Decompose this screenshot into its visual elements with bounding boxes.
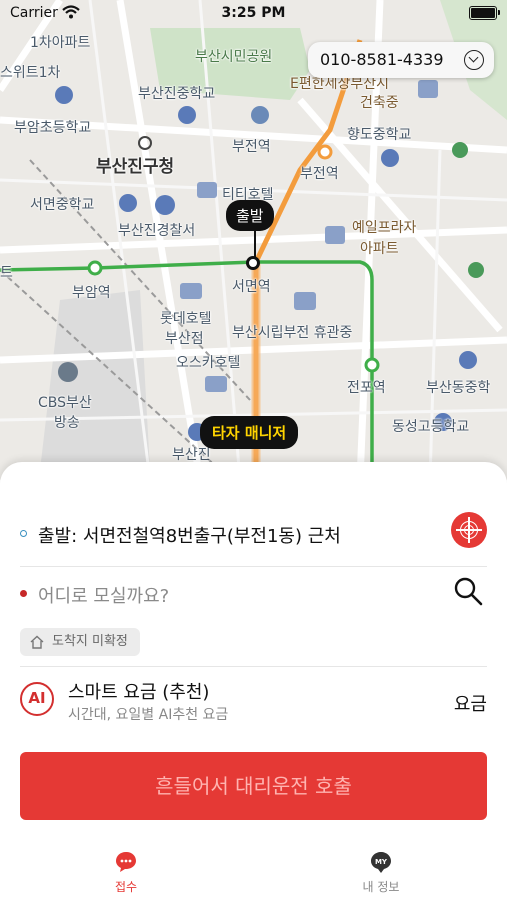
map-label: 롯데호텔 <box>160 311 212 327</box>
map-label: 향도중학교 <box>347 127 412 143</box>
map-label: 부산진구청 <box>96 157 175 177</box>
start-pin-marker <box>246 256 260 270</box>
map-label: 예일프라자 <box>352 220 417 236</box>
battery-icon <box>469 6 500 20</box>
map-label: 부산진 <box>172 447 211 463</box>
map-label: 서면역 <box>232 279 271 295</box>
map-label: 부산진경찰서 <box>118 223 196 239</box>
phone-number: 010-8581-4339 <box>320 50 444 69</box>
tab-label: 내 정보 <box>362 880 400 894</box>
map-label: 부산진중학교 <box>138 86 216 102</box>
map-label: 부전역 <box>300 166 339 182</box>
map-label: 부산시민공원 <box>195 49 273 65</box>
map-label: 부산점 <box>165 331 204 347</box>
ai-badge-icon: AI <box>20 682 54 716</box>
map-label: 부암초등학교 <box>14 120 92 136</box>
svg-text:MY: MY <box>375 858 388 866</box>
tab-my-info[interactable]: MY 내 정보 <box>341 850 421 895</box>
map-label: 부산시립부전 휴관중 <box>232 325 353 341</box>
map-label: CBS부산 <box>38 395 92 411</box>
search-icon[interactable] <box>453 576 483 606</box>
map-label: 부산동중학 <box>426 380 491 396</box>
fare-option-row[interactable]: AI 스마트 요금 (추천) 시간대, 요일별 AI추천 요금 요금 <box>20 678 487 728</box>
chevron-down-icon <box>464 50 484 70</box>
fare-title: 스마트 요금 (추천) <box>68 682 210 703</box>
clock: 3:25 PM <box>221 5 286 21</box>
map-label: 전포역 <box>347 380 386 396</box>
tab-reception[interactable]: 접수 <box>86 850 166 895</box>
chat-bubble-icon <box>116 852 136 872</box>
map-label: 아파트 <box>360 241 399 257</box>
destination-dot-icon <box>20 590 27 597</box>
booking-sheet: 출발: 서면전철역8번출구(부전1동) 근처 어디로 모실까요? 도착지 미확정… <box>0 462 507 900</box>
destination-undecided-chip[interactable]: 도착지 미확정 <box>20 628 140 656</box>
phone-number-selector[interactable]: 010-8581-4339 <box>308 42 494 78</box>
chip-label: 도착지 미확정 <box>52 634 128 649</box>
map-label: 오스카호텔 <box>176 355 241 371</box>
map-label: 1차아파트 <box>30 35 91 51</box>
divider <box>20 566 487 567</box>
home-icon <box>30 635 44 649</box>
tab-label: 접수 <box>114 880 138 894</box>
current-location-button[interactable] <box>451 512 487 548</box>
map-label: 서면중학교 <box>30 197 95 213</box>
fare-value: 요금 <box>453 694 487 715</box>
map-label: 트 <box>0 265 13 281</box>
fare-subtitle: 시간대, 요일별 AI추천 요금 <box>68 707 229 723</box>
driver-pin-label[interactable]: 타자 매니저 <box>200 416 299 449</box>
map-label: 방송 <box>54 415 80 431</box>
start-dot-icon <box>20 530 27 537</box>
map-label: 부전역 <box>232 139 271 155</box>
my-info-icon: MY <box>371 852 391 873</box>
call-driver-button[interactable]: 흔들어서 대리운전 호출 <box>20 752 487 820</box>
map-label: 건축중 <box>360 95 399 111</box>
start-location-text: 출발: 서면전철역8번출구(부전1동) 근처 <box>38 526 341 547</box>
map-label: 동성고등학교 <box>392 419 470 435</box>
status-bar: Carrier 3:25 PM <box>0 0 507 26</box>
start-pin-label: 출발 <box>226 200 274 231</box>
map-label: 부암역 <box>72 285 111 301</box>
destination-placeholder: 어디로 모실까요? <box>38 586 170 607</box>
map-label: 스위트1차 <box>0 65 61 81</box>
divider <box>20 666 487 667</box>
